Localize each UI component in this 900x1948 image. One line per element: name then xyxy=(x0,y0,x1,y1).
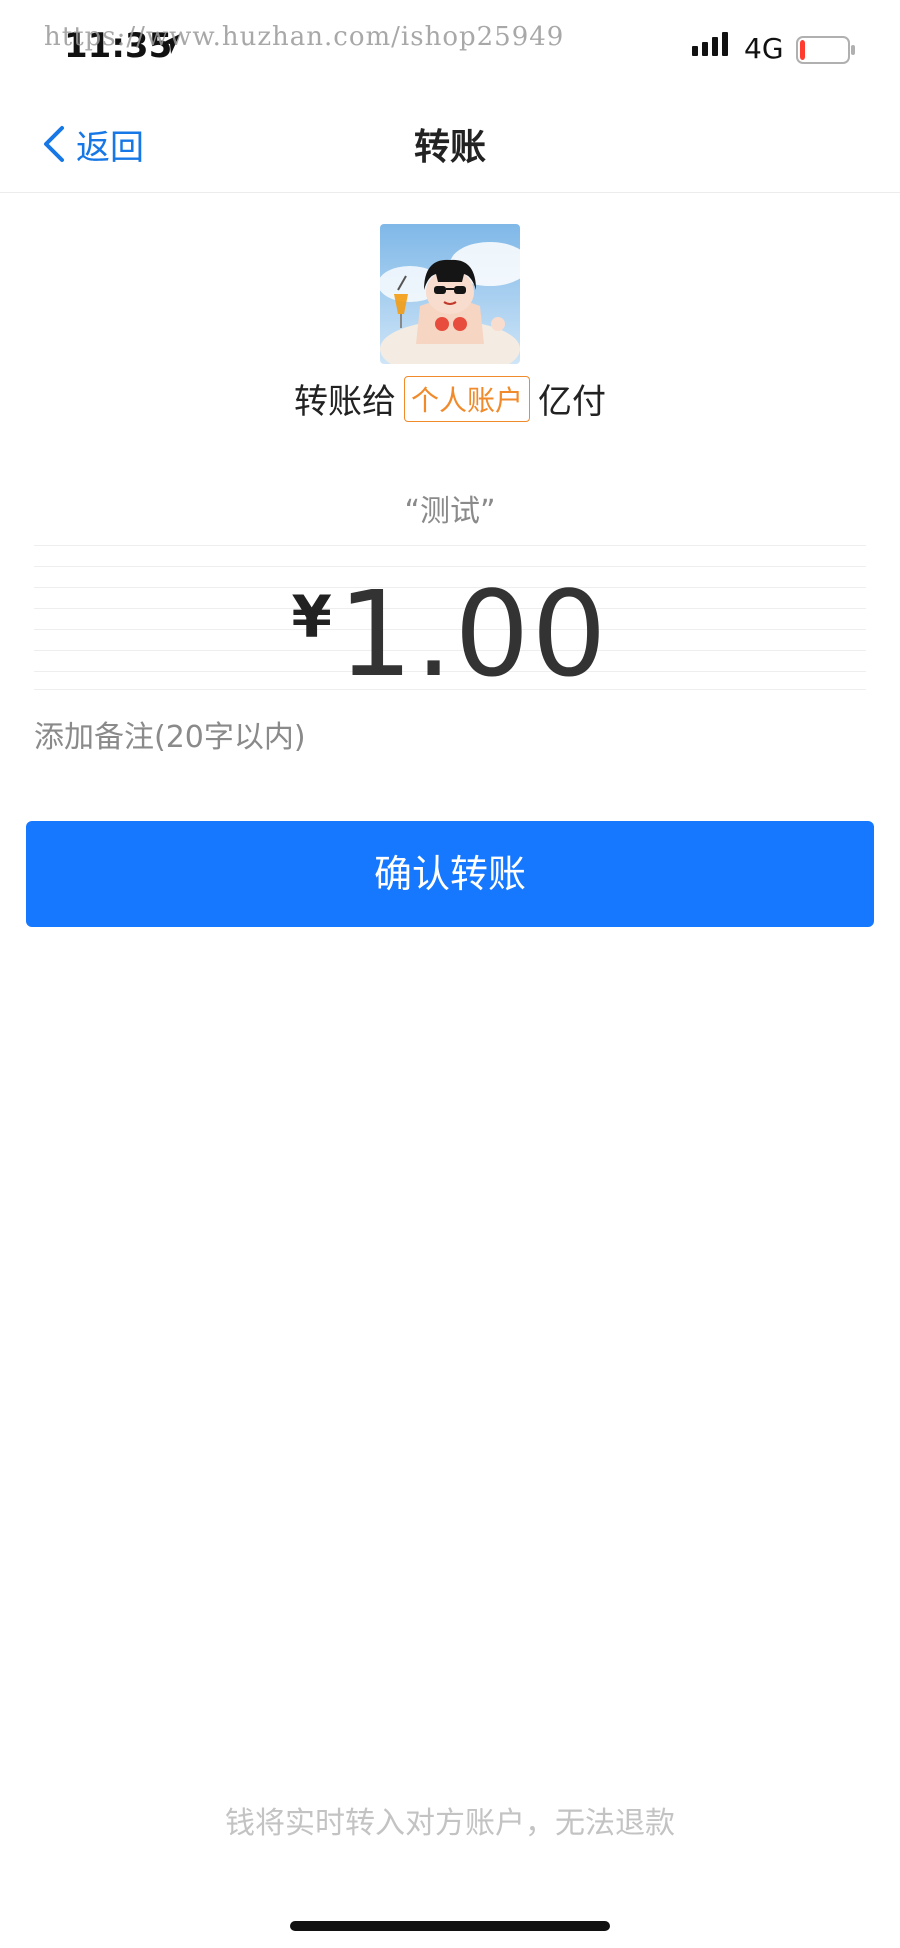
currency-symbol: ¥ xyxy=(291,583,332,651)
signal-icon xyxy=(692,32,728,56)
recipient-line: 转账给 个人账户 亿付 xyxy=(0,374,900,423)
page-title: 转账 xyxy=(413,127,486,168)
network-type: 4G xyxy=(744,32,784,65)
divider xyxy=(34,545,866,546)
home-indicator[interactable] xyxy=(290,1921,610,1931)
footer-note: 钱将实时转入对方账户，无法退款 xyxy=(225,1806,675,1841)
status-bar: 11:35 https://www.huzhan.com/ishop25949 … xyxy=(0,0,900,96)
recipient-name: 亿付 xyxy=(538,382,606,422)
watermark: https://www.huzhan.com/ishop25949 xyxy=(44,22,565,52)
add-remark-link[interactable]: 添加备注(20字以内) xyxy=(34,712,306,756)
amount-display: ¥1.00 xyxy=(34,545,866,703)
battery-icon xyxy=(796,36,855,64)
recipient-avatar xyxy=(380,224,520,364)
amount-row: ¥1.00 xyxy=(34,565,866,703)
confirm-transfer-button[interactable]: 确认转账 xyxy=(26,821,874,927)
recipient-prefix: 转账给 xyxy=(293,382,396,422)
transfer-note: “测试” xyxy=(404,494,496,529)
amount-value: 1.00 xyxy=(337,565,609,703)
nav-bar: 返回 转账 xyxy=(0,96,900,193)
account-type-badge: 个人账户 xyxy=(403,375,530,422)
